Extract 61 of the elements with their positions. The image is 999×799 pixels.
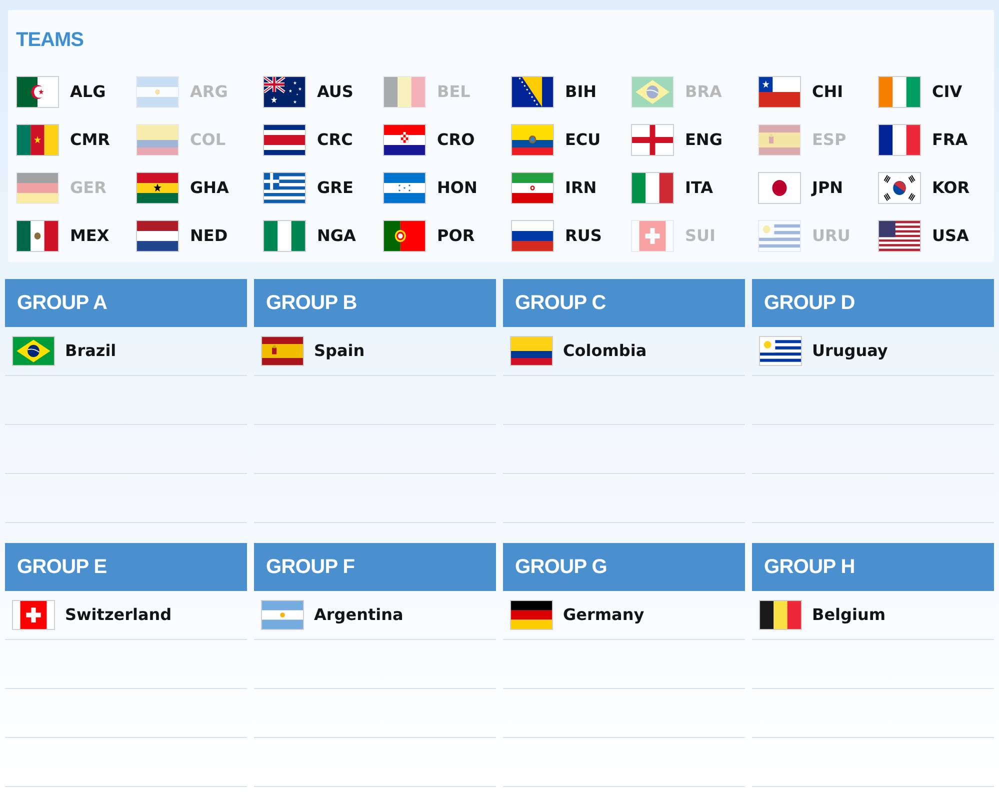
flag-icon[interactable]: [383, 124, 426, 156]
group-header: GROUP G: [503, 543, 745, 591]
team-name[interactable]: Belgium: [812, 605, 886, 625]
team-code[interactable]: CIV: [932, 82, 962, 102]
team-code[interactable]: CHI: [812, 82, 844, 102]
group-header: GROUP B: [254, 279, 496, 327]
team-name[interactable]: Brazil: [65, 341, 116, 361]
team-name[interactable]: Germany: [563, 605, 644, 625]
team-code[interactable]: ENG: [685, 130, 722, 150]
flag-icon[interactable]: [511, 220, 554, 252]
flag-icon[interactable]: [878, 172, 921, 204]
flag-icon[interactable]: [759, 336, 802, 366]
flag-icon[interactable]: [758, 76, 801, 108]
flag-icon[interactable]: [16, 76, 59, 108]
team-code[interactable]: JPN: [812, 178, 844, 198]
team-code[interactable]: FRA: [932, 130, 968, 150]
flag-icon[interactable]: [510, 336, 553, 366]
panel-title: TEAMS: [16, 29, 84, 51]
team-name[interactable]: Argentina: [314, 605, 404, 625]
group-header: GROUP C: [503, 279, 745, 327]
group-header: GROUP A: [5, 279, 247, 327]
team-name[interactable]: Switzerland: [65, 605, 172, 625]
flag-icon[interactable]: [12, 336, 55, 366]
flag-icon[interactable]: [758, 172, 801, 204]
team-code[interactable]: NED: [190, 226, 228, 246]
team-code[interactable]: IRN: [565, 178, 597, 198]
team-code[interactable]: MEX: [70, 226, 110, 246]
team-code[interactable]: ECU: [565, 130, 601, 150]
team-code[interactable]: NGA: [317, 226, 356, 246]
team-code[interactable]: GRE: [317, 178, 354, 198]
team-code[interactable]: CRO: [437, 130, 475, 150]
flag-icon[interactable]: [510, 600, 553, 630]
team-code[interactable]: RUS: [565, 226, 602, 246]
group-header: GROUP H: [752, 543, 994, 591]
team-code[interactable]: USA: [932, 226, 969, 246]
flag-icon[interactable]: [263, 124, 306, 156]
team-name[interactable]: Spain: [314, 341, 365, 361]
group-header: GROUP F: [254, 543, 496, 591]
team-code[interactable]: KOR: [932, 178, 970, 198]
flag-icon[interactable]: [878, 124, 921, 156]
team-code[interactable]: ALG: [70, 82, 106, 102]
team-code[interactable]: ITA: [685, 178, 714, 198]
flag-icon[interactable]: [16, 220, 59, 252]
team-code[interactable]: BIH: [565, 82, 597, 102]
group-header: GROUP D: [752, 279, 994, 327]
team-code[interactable]: AUS: [317, 82, 354, 102]
team-code[interactable]: CRC: [317, 130, 353, 150]
team-name[interactable]: Uruguay: [812, 341, 888, 361]
flag-icon[interactable]: [759, 600, 802, 630]
team-code[interactable]: HON: [437, 178, 478, 198]
team-code[interactable]: POR: [437, 226, 475, 246]
team-code[interactable]: CMR: [70, 130, 110, 150]
flag-icon[interactable]: [511, 76, 554, 108]
team-name[interactable]: Colombia: [563, 341, 647, 361]
team-code[interactable]: GHA: [190, 178, 229, 198]
flag-icon[interactable]: [263, 172, 306, 204]
group-header: GROUP E: [5, 543, 247, 591]
flag-icon[interactable]: [511, 124, 554, 156]
flag-icon[interactable]: [878, 220, 921, 252]
flag-icon[interactable]: [263, 76, 306, 108]
flag-icon[interactable]: [136, 220, 179, 252]
